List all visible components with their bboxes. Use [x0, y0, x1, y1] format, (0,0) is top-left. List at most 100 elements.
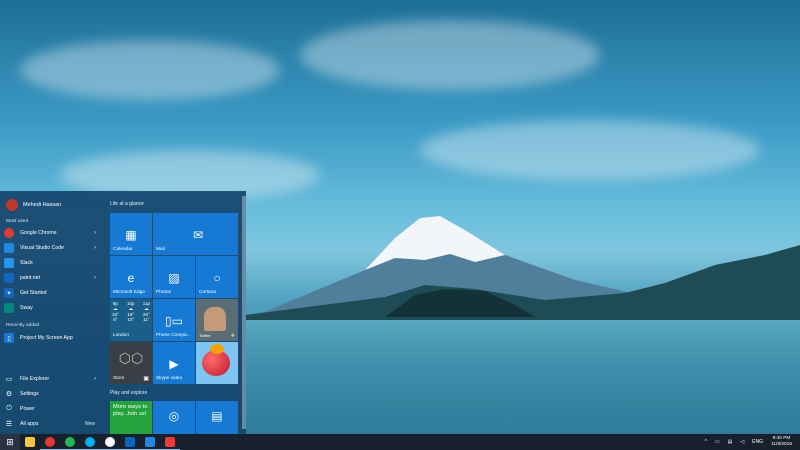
taskbar-app-outlook[interactable]: [120, 434, 140, 450]
chrome-icon: [4, 228, 14, 238]
forecast-low: 8°: [113, 317, 118, 322]
language-indicator[interactable]: ENG: [752, 439, 763, 445]
hills-illustration: [245, 245, 800, 325]
app-get-started[interactable]: ✦ Get Started: [4, 286, 100, 300]
music-disc-icon: ◎: [168, 409, 180, 424]
tile-phone-companion[interactable]: ▯▭ Phone Compa...: [153, 299, 195, 341]
photos-icon: ▨: [168, 270, 180, 285]
project-screen-icon: ▯: [4, 333, 14, 343]
tile-candy-crush[interactable]: [196, 342, 238, 384]
group-title-play-and-explore[interactable]: Play and explore: [110, 390, 147, 396]
tile-store[interactable]: ⬡⬡ Store ▣: [110, 342, 152, 384]
paintnet-icon: [4, 273, 14, 283]
group-title-life-at-a-glance[interactable]: Life at a glance: [110, 201, 144, 207]
all-apps-button[interactable]: ☰ All apps New: [4, 417, 105, 431]
start-button[interactable]: ⊞: [0, 434, 20, 450]
tile-groove-music[interactable]: ◎: [153, 401, 195, 434]
forecast-hour: 11p ☁ 20° 11°: [143, 301, 150, 322]
tile-label: Phone Compa...: [156, 333, 191, 338]
clock[interactable]: 8:40 PM 11/8/2015: [771, 436, 792, 448]
recently-added-label: Recently added: [6, 323, 40, 328]
taskbar-app-vivaldi[interactable]: [160, 434, 180, 450]
weather-forecast: 9p ☁ 15° 8° 10p ☁ 16° 10° 11p ☁ 20° 11°: [112, 301, 150, 322]
user-name: Mehedi Hassan: [23, 202, 62, 208]
tiles-scrollbar[interactable]: [242, 196, 246, 429]
mail-icon: ✉: [193, 227, 204, 242]
taskbar-app-vscode[interactable]: [140, 434, 160, 450]
outlook-taskbar-icon: [125, 436, 135, 447]
tile-label: Microsoft Edge: [113, 290, 145, 295]
gear-icon: ⚙: [5, 391, 13, 398]
chevron-right-icon[interactable]: ›: [94, 230, 96, 236]
tile-weather[interactable]: 9p ☁ 15° 8° 10p ☁ 16° 10° 11p ☁ 20° 11°: [110, 299, 152, 341]
video-camera-icon: ▶: [169, 356, 179, 371]
vscode-taskbar-icon: [145, 436, 155, 447]
chrome-taskbar-icon: [45, 436, 55, 447]
app-label: paint.net: [20, 275, 40, 281]
power-icon: ⏻: [6, 405, 12, 412]
taskbar: ⊞ ^ ▭ ▤ ◁ ENG 8:40 PM 11/8/2015: [0, 434, 800, 450]
skype-taskbar-icon: [85, 436, 95, 447]
volume-icon[interactable]: ◁: [740, 439, 744, 445]
tile-label: Calendar: [113, 247, 133, 252]
app-google-chrome[interactable]: Google Chrome ›: [4, 226, 100, 240]
tile-skype-video[interactable]: ▶ Skype video: [153, 342, 195, 384]
chevron-up-icon[interactable]: ^: [704, 439, 706, 445]
vivaldi-taskbar-icon: [165, 436, 175, 447]
app-slack[interactable]: Slack: [4, 256, 100, 270]
taskbar-app-chrome[interactable]: [40, 434, 60, 450]
app-label: Visual Studio Code: [20, 245, 65, 251]
cloud-shape: [420, 120, 760, 180]
file-explorer-button[interactable]: ▭ File Explorer ›: [4, 372, 100, 386]
action-center-icon[interactable]: ▤: [728, 439, 733, 445]
tile-label: London: [113, 333, 130, 338]
start-menu-tiles: Life at a glance ▦ Calendar ✉ Mail e Mic…: [105, 191, 246, 434]
tile-xbox-promo[interactable]: More ways to play. Join us!: [110, 401, 152, 434]
app-paint-net[interactable]: paint.net ›: [4, 271, 100, 285]
tile-cortana[interactable]: ○ Cortana: [196, 256, 238, 298]
tile-movies-tv[interactable]: ▤: [196, 401, 238, 434]
slack-icon: [4, 258, 14, 268]
tile-calendar[interactable]: ▦ Calendar: [110, 213, 152, 255]
phone-icon: ▯▭: [165, 313, 183, 328]
file-explorer-taskbar-icon: [25, 437, 35, 447]
tile-label: Twitter: [199, 333, 211, 338]
list-icon: ☰: [5, 421, 13, 428]
chevron-right-icon[interactable]: ›: [94, 245, 96, 251]
chevron-right-icon[interactable]: ›: [94, 376, 96, 382]
folder-icon: ▭: [5, 376, 13, 383]
forecast-hour: 10p ☁ 16° 10°: [127, 301, 135, 322]
calendar-icon: ▦: [125, 227, 137, 242]
chevron-right-icon[interactable]: ›: [94, 275, 96, 281]
file-explorer-label: File Explorer: [20, 376, 50, 382]
app-sway[interactable]: Sway: [4, 301, 100, 315]
app-project-my-screen[interactable]: ▯ Project My Screen App: [4, 331, 100, 345]
taskbar-app-file-explorer[interactable]: [20, 434, 40, 450]
tile-label: Photos: [156, 290, 171, 295]
tile-label: Store: [113, 376, 125, 381]
tile-microsoft-edge[interactable]: e Microsoft Edge: [110, 256, 152, 298]
settings-button[interactable]: ⚙ Settings: [4, 387, 100, 401]
profile-photo: [204, 307, 226, 331]
edge-icon: e: [127, 270, 135, 285]
tile-twitter[interactable]: Twitter ✈: [196, 299, 238, 341]
tile-mail[interactable]: ✉ Mail: [153, 213, 238, 255]
windows-logo-icon: ⊞: [6, 436, 14, 447]
app-label: Get Started: [20, 290, 47, 296]
spotify-taskbar-icon: [65, 436, 75, 447]
tile-label: Mail: [156, 247, 165, 252]
taskbar-app-skype[interactable]: [80, 434, 100, 450]
forecast-low: 10°: [127, 317, 135, 322]
clapperboard-icon: ▤: [211, 409, 223, 424]
forecast-low: 11°: [143, 317, 150, 322]
app-visual-studio-code[interactable]: Visual Studio Code ›: [4, 241, 100, 255]
taskbar-app-spotify[interactable]: [60, 434, 80, 450]
network-icon[interactable]: ▭: [715, 439, 720, 445]
taskbar-app-slack[interactable]: [100, 434, 120, 450]
forecast-hour: 9p ☁ 15° 8°: [112, 301, 119, 322]
xbox-promo-text: More ways to play. Join us!: [113, 404, 148, 417]
tile-photos[interactable]: ▨ Photos: [153, 256, 195, 298]
user-account[interactable]: Mehedi Hassan: [6, 198, 61, 212]
start-menu: Mehedi Hassan Most used Google Chrome › …: [0, 191, 246, 434]
power-button[interactable]: ⏻ Power: [4, 402, 100, 416]
